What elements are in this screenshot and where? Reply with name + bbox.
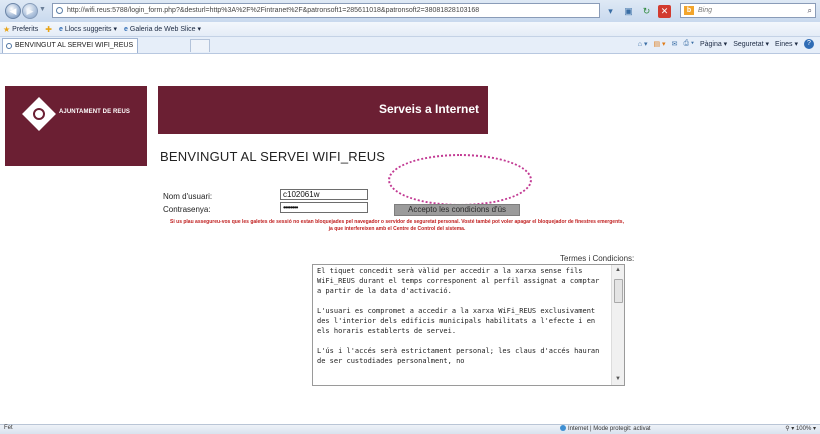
add-favorite-button[interactable]: ✚ xyxy=(45,25,52,34)
add-favorite-icon: ✚ xyxy=(45,24,52,34)
zoom-level[interactable]: ⚲ ▾ 100% ▾ xyxy=(785,425,816,432)
feeds-icon[interactable]: ▤ ▾ xyxy=(653,40,665,48)
security-menu[interactable]: Seguretat ▾ xyxy=(733,40,769,48)
print-icon[interactable]: ⎙ ▾ xyxy=(683,40,694,48)
page-content: AJUNTAMENT DE REUS Serveis a Internet BE… xyxy=(0,54,820,424)
help-icon[interactable]: ? xyxy=(804,39,814,49)
address-bar-row: ◀ ▶ ▼ http://wifi.reus:5788/login_form.p… xyxy=(0,0,820,22)
star-icon: ★ xyxy=(3,24,11,34)
scroll-up-icon[interactable]: ▲ xyxy=(612,265,624,276)
favorites-bar: ★ Preferits ✚ e Llocs suggerits ▾ e Gale… xyxy=(0,22,820,37)
password-field[interactable]: •••••••• xyxy=(280,202,368,213)
tab-page-icon xyxy=(6,43,12,49)
compatibility-view-icon[interactable]: ▾ xyxy=(604,5,617,18)
forward-button[interactable]: ▶ xyxy=(22,3,38,19)
home-icon[interactable]: ⌂ ▾ xyxy=(638,40,648,48)
new-tab-button[interactable] xyxy=(190,39,210,52)
ajuntament-banner: AJUNTAMENT DE REUS xyxy=(5,86,147,166)
zoom-value: 100% xyxy=(795,426,812,432)
compatibility-icon[interactable]: ▣ xyxy=(622,5,635,18)
terms-textarea[interactable]: El tiquet concedit serà vàlid per accedi… xyxy=(312,264,625,386)
zone-text: Internet | Mode protegit: activat xyxy=(568,426,651,432)
terms-scrollbar[interactable]: ▲ ▼ xyxy=(611,265,624,385)
tab-title: BENVINGUT AL SERVEI WIFI_REUS xyxy=(15,42,134,49)
cookies-warning: Si us plau assegureu-vos que les galetes… xyxy=(170,219,624,232)
ie-icon: e xyxy=(58,25,63,33)
username-label: Nom d'usuari: xyxy=(163,192,213,201)
back-button[interactable]: ◀ xyxy=(5,3,21,19)
header-banner: Serveis a Internet xyxy=(158,86,488,134)
terms-paragraph: L'ús i l'accés serà estrictament persona… xyxy=(317,347,600,365)
terms-title: Termes i Condicions: xyxy=(560,254,635,263)
ie-icon: e xyxy=(124,25,128,33)
logo-seal xyxy=(33,108,45,120)
page-icon xyxy=(56,7,63,14)
web-slice-gallery-link[interactable]: e Galeria de Web Slice ▾ xyxy=(124,25,201,34)
search-icon[interactable]: ⌕ xyxy=(808,4,812,17)
url-text: http://wifi.reus:5788/login_form.php?&de… xyxy=(67,7,480,14)
security-zone: Internet | Mode protegit: activat xyxy=(560,425,651,432)
page-menu[interactable]: Pàgina ▾ xyxy=(700,40,727,48)
bing-logo-icon: b xyxy=(684,6,694,15)
suggested-sites-label: Llocs suggerits ▾ xyxy=(64,26,117,33)
terms-paragraph: L'usuari es compromet a accedir a la xar… xyxy=(317,307,596,335)
highlight-annotation xyxy=(388,154,532,206)
logo-text: AJUNTAMENT DE REUS xyxy=(59,109,131,115)
url-field[interactable]: http://wifi.reus:5788/login_form.php?&de… xyxy=(52,3,600,18)
favorites-button[interactable]: ★ Preferits xyxy=(3,25,38,34)
terms-paragraph: El tiquet concedit serà vàlid per accedi… xyxy=(317,267,600,295)
status-text: Fet xyxy=(4,425,13,431)
tab-row: BENVINGUT AL SERVEI WIFI_REUS ⌂ ▾ ▤ ▾ ✉ … xyxy=(0,37,820,54)
refresh-icon[interactable]: ↻ xyxy=(640,5,653,18)
address-tools: ▾ ▣ ↻ ✕ xyxy=(604,4,671,18)
accept-terms-button[interactable]: Accepto les condicions d'ús xyxy=(394,204,520,216)
username-field[interactable] xyxy=(280,189,368,200)
favorites-label: Preferits xyxy=(12,25,39,33)
stop-icon[interactable]: ✕ xyxy=(658,4,671,18)
terms-text: El tiquet concedit serà vàlid per accedi… xyxy=(317,266,607,376)
command-bar: ⌂ ▾ ▤ ▾ ✉ ⎙ ▾ Pàgina ▾ Seguretat ▾ Eines… xyxy=(638,39,814,49)
history-dropdown-icon[interactable]: ▼ xyxy=(39,6,46,13)
banner-title: Serveis a Internet xyxy=(378,102,479,116)
password-label: Contrasenya: xyxy=(163,205,211,214)
web-slice-label: Galeria de Web Slice ▾ xyxy=(129,26,201,33)
scroll-thumb[interactable] xyxy=(614,279,623,303)
page-title: BENVINGUT AL SERVEI WIFI_REUS xyxy=(160,149,386,164)
tools-menu[interactable]: Eines ▾ xyxy=(775,40,798,48)
search-placeholder: Bing xyxy=(698,7,713,14)
globe-icon xyxy=(560,425,566,431)
search-input[interactable]: b Bing ⌕ xyxy=(680,3,816,18)
suggested-sites-link[interactable]: e Llocs suggerits ▾ xyxy=(58,25,117,34)
scroll-down-icon[interactable]: ▼ xyxy=(612,374,624,385)
tab-active[interactable]: BENVINGUT AL SERVEI WIFI_REUS xyxy=(2,38,138,53)
mail-icon[interactable]: ✉ xyxy=(672,40,678,48)
